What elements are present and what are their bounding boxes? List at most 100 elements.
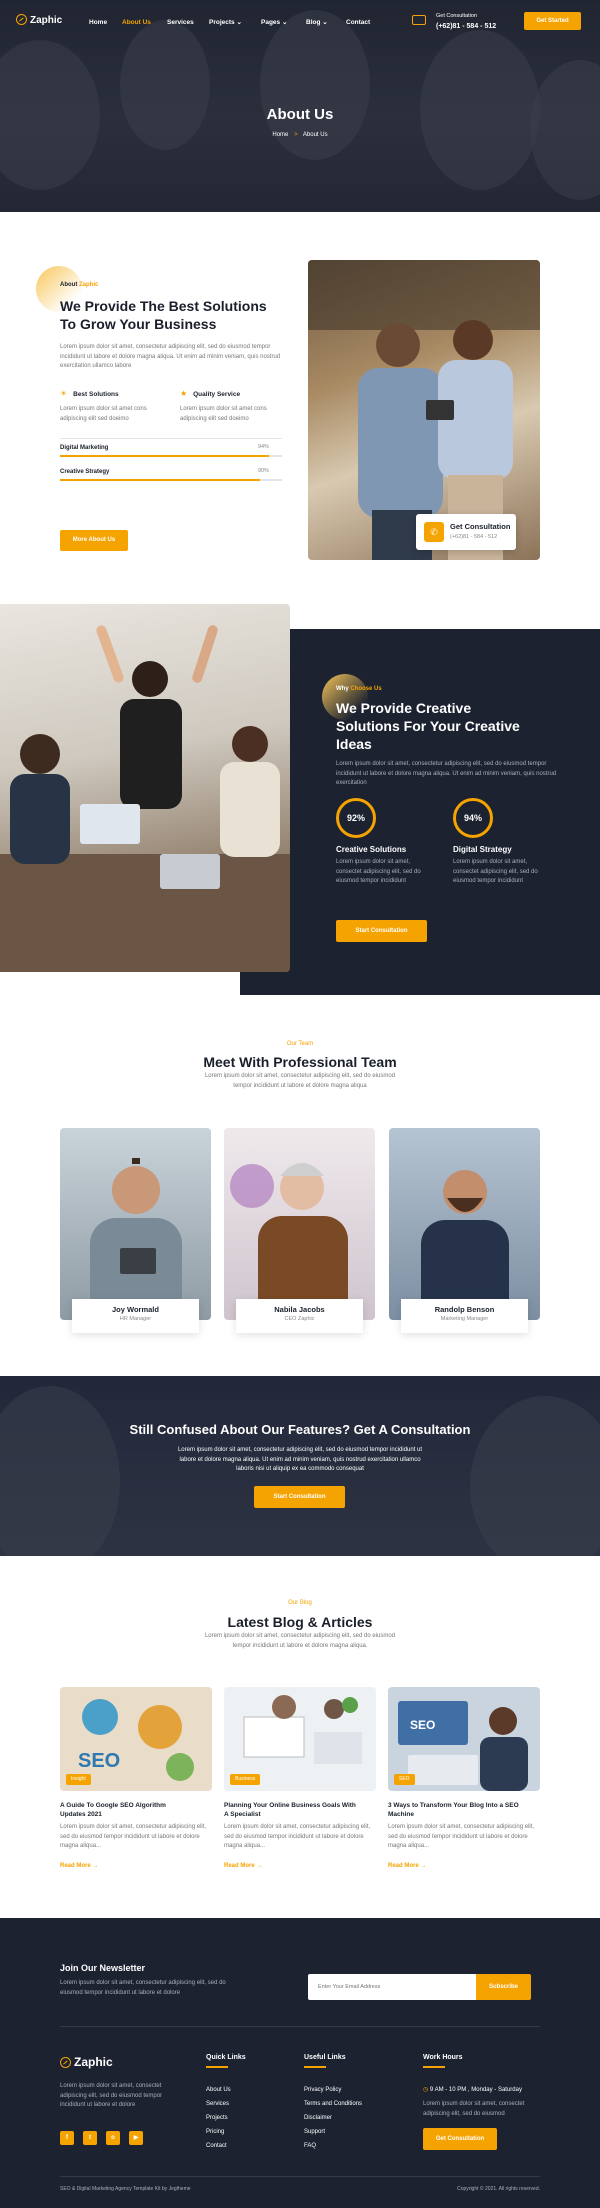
footer-about-line1: Lorem ipsum dolor sit amet, consectet xyxy=(60,2083,162,2089)
work-hours-text-line2: adipiscing elit, sed do eiusmod xyxy=(423,2110,505,2117)
cta-start-consultation-button[interactable]: Start Consultation xyxy=(254,1486,345,1508)
post-title[interactable]: 3 Ways to Transform Your Blog Into a SEO… xyxy=(388,1801,540,1819)
team-card[interactable]: Nabila Jacobs CEO Zaphic xyxy=(236,1299,363,1333)
member-role: CEO Zaphic xyxy=(284,1315,315,1322)
facebook-icon[interactable]: f xyxy=(60,2131,74,2145)
celebrating-team-photo xyxy=(0,604,290,972)
footer-link-pricing[interactable]: Pricing xyxy=(206,2128,224,2137)
read-more-label: Read More xyxy=(60,1862,91,1869)
footer-link-services[interactable]: Services xyxy=(206,2100,229,2109)
youtube-icon[interactable]: ▶ xyxy=(129,2131,143,2145)
team-eyebrow: Our Team xyxy=(286,1041,314,1047)
footer-logo[interactable]: Zaphic xyxy=(60,2054,113,2071)
person-illustration xyxy=(230,1163,348,1320)
footer-link-faq[interactable]: FAQ xyxy=(304,2142,316,2151)
arrow-right-icon: → xyxy=(256,1862,263,1869)
nav-services[interactable]: Services xyxy=(167,18,194,27)
consultation-badge[interactable]: ✆ Get Consultation (+62)81 - 584 - 512 xyxy=(416,514,516,550)
blog-post-card[interactable]: Business Planning Your Online Business G… xyxy=(224,1687,376,1871)
nav-blog[interactable]: Blog ⌄ xyxy=(306,18,328,27)
feature-title: Best Solutions xyxy=(73,391,119,398)
why-eyebrow-prefix: Why xyxy=(336,686,351,692)
team-title: Meet With Professional Team xyxy=(203,1054,397,1070)
site-logo[interactable]: Zaphic xyxy=(16,14,62,29)
newsletter-email-input[interactable] xyxy=(308,1974,476,2000)
team-card[interactable]: Joy Wormald HR Manager xyxy=(72,1299,199,1333)
newsletter-text: Lorem ipsum dolor sit amet, consectetur … xyxy=(60,1979,226,1998)
team-photo-joy xyxy=(60,1128,211,1320)
get-started-button[interactable]: Get Started xyxy=(524,12,581,30)
newsletter-text-line1: Lorem ipsum dolor sit amet, consectetur … xyxy=(60,1980,226,1986)
blog-thumbnail: SEO SEO xyxy=(388,1687,540,1791)
breadcrumb-home[interactable]: Home xyxy=(272,132,288,138)
cta-bg-shape xyxy=(470,1396,600,1556)
skill-name: Digital Marketing xyxy=(60,445,109,451)
newsletter-title: Join Our Newsletter xyxy=(60,1963,146,1973)
chevron-down-icon: ⌄ xyxy=(322,19,328,26)
team-subtitle-line1: Lorem ipsum dolor sit amet, consectetur … xyxy=(204,1073,396,1079)
team-card[interactable]: Randolp Benson Marketing Manager xyxy=(401,1299,528,1333)
why-title-line3: Ideas xyxy=(336,736,372,753)
feature-text: Lorem ipsum dolor sit amet cons adipisci… xyxy=(180,406,267,422)
top-nav: Zaphic Home About Us Services Projects ⌄… xyxy=(0,0,600,44)
skill-progress-bar xyxy=(60,455,282,457)
blog-post-card[interactable]: SEO Insight A Guide To Google SEO Algori… xyxy=(60,1687,212,1871)
cta-text-line1: Lorem ipsum dolor sit amet, consectetur … xyxy=(177,1447,423,1453)
footer-link-about-us[interactable]: About Us xyxy=(206,2086,231,2095)
nav-blog-label: Blog xyxy=(306,19,321,26)
feature-text: Lorem ipsum dolor sit amet cons adipisci… xyxy=(60,406,147,422)
footer-link-projects[interactable]: Projects xyxy=(206,2114,228,2123)
footer-divider xyxy=(60,2026,540,2027)
team-subtitle-line2: tempor incididunt ut labore et dolore ma… xyxy=(233,1082,367,1089)
post-excerpt: Lorem ipsum dolor sit amet, consectetur … xyxy=(388,1824,535,1850)
member-name: Nabila Jacobs xyxy=(274,1305,325,1314)
post-title-line1: Planning Your Online Business Goals With xyxy=(224,1802,356,1809)
footer-link-contact[interactable]: Contact xyxy=(206,2142,227,2151)
nav-home[interactable]: Home xyxy=(89,18,107,27)
nav-projects-label: Projects xyxy=(209,19,235,26)
post-title[interactable]: A Guide To Google SEO Algorithm Updates 2… xyxy=(60,1801,212,1819)
footer-get-consultation-button[interactable]: Get Consultation xyxy=(423,2128,497,2150)
post-title-line2: Updates 2021 xyxy=(60,1811,102,1819)
footer-link-privacy-policy[interactable]: Privacy Policy xyxy=(304,2086,341,2095)
team-section: Our Team Meet With Professional Team Lor… xyxy=(0,1012,600,1376)
person-illustration xyxy=(90,1158,182,1320)
why-title: We Provide Creative Solutions For Your Cr… xyxy=(336,699,566,754)
footer-about-line3: incididunt ut labore et dolore xyxy=(60,2102,136,2109)
nav-pages-label: Pages xyxy=(261,19,281,26)
nav-projects[interactable]: Projects ⌄ xyxy=(209,18,242,27)
post-tag[interactable]: Insight xyxy=(66,1773,91,1785)
more-about-us-button[interactable]: More About Us xyxy=(60,530,128,551)
post-tag[interactable]: Business xyxy=(230,1773,261,1785)
footer-about-line2: adipiscing elit, sed do eiusmod tempor xyxy=(60,2092,163,2099)
feature-title: Quality Service xyxy=(193,391,241,398)
start-consultation-button[interactable]: Start Consultation xyxy=(336,920,427,942)
post-tag[interactable]: SEO xyxy=(394,1773,415,1785)
consultation-cta: Still Confused About Our Features? Get A… xyxy=(0,1376,600,1556)
footer-link-disclaimer[interactable]: Disclaimer xyxy=(304,2114,332,2123)
badge-title: Get Consultation xyxy=(450,522,511,531)
read-more-link[interactable]: Read More → xyxy=(224,1862,376,1871)
footer-link-support[interactable]: Support xyxy=(304,2128,325,2137)
skill-percent: 90% xyxy=(258,468,270,474)
subscribe-button[interactable]: Subscribe xyxy=(476,1974,531,2000)
read-more-link[interactable]: Read More → xyxy=(60,1862,212,1871)
skill-name: Creative Strategy xyxy=(60,469,110,475)
blog-post-card[interactable]: SEO SEO 3 Ways to Transform Your Blog In… xyxy=(388,1687,540,1871)
site-footer: Join Our Newsletter Lorem ipsum dolor si… xyxy=(0,1918,600,2208)
team-photo-nabila xyxy=(224,1128,375,1320)
footer-link-terms[interactable]: Terms and Conditions xyxy=(304,2100,362,2109)
instagram-icon[interactable]: o xyxy=(106,2131,120,2145)
celebration-illustration xyxy=(0,625,290,972)
post-title[interactable]: Planning Your Online Business Goals With… xyxy=(224,1801,376,1819)
nav-pages[interactable]: Pages ⌄ xyxy=(261,18,287,27)
stat-text: Lorem ipsum dolor sit amet, consectet ad… xyxy=(453,859,538,885)
header-consult-label: Get Consultation xyxy=(436,13,477,19)
nav-about-us[interactable]: About Us xyxy=(122,18,151,27)
nav-contact[interactable]: Contact xyxy=(346,18,370,27)
member-role: Marketing Manager xyxy=(440,1315,489,1322)
read-more-link[interactable]: Read More → xyxy=(388,1862,540,1871)
twitter-icon[interactable]: t xyxy=(83,2131,97,2145)
skill-progress-fill xyxy=(60,455,269,457)
stat-title: Digital Strategy xyxy=(453,845,512,854)
